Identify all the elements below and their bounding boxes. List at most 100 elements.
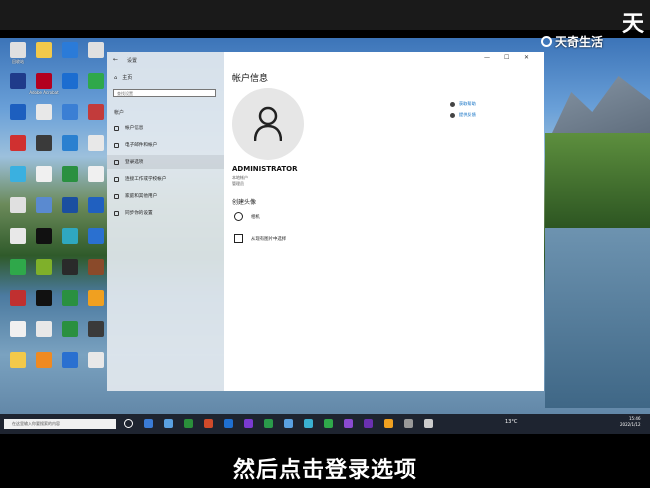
clock-date: 2022/1/12	[620, 422, 641, 427]
app-icon	[62, 42, 78, 58]
wallpaper-lake	[545, 228, 650, 408]
app-icon	[10, 73, 26, 89]
avatar-option-label: 从现有图片中选择	[251, 236, 287, 242]
avatar-option-label: 相机	[251, 214, 260, 220]
username: ADMINISTRATOR	[232, 165, 298, 173]
help-link[interactable]: 获取帮助	[450, 101, 476, 107]
nav-item[interactable]: 家庭和其他用户	[107, 189, 224, 203]
taskbar-app-icon[interactable]	[284, 419, 293, 428]
section-label: 帐户	[114, 110, 125, 116]
app-icon	[10, 290, 26, 306]
app-icon	[10, 321, 26, 337]
app-icon	[36, 197, 52, 213]
nav-item[interactable]: 连接工作或学校帐户	[107, 172, 224, 186]
page-title: 帐户信息	[232, 74, 269, 84]
app-icon	[36, 42, 52, 58]
avatar-option[interactable]: 相机	[234, 212, 260, 221]
app-icon	[88, 259, 104, 275]
nav-item-label: 电子邮件和帐户	[125, 143, 158, 148]
taskbar-app-icon[interactable]	[224, 419, 233, 428]
taskbar-search-input[interactable]: 在这里输入你要搜索的内容	[4, 419, 116, 429]
taskbar-app-icon[interactable]	[144, 419, 153, 428]
clock[interactable]: 15:46 2022/1/12	[620, 416, 641, 428]
app-icon	[10, 197, 26, 213]
brand-text: 天奇生活	[555, 35, 604, 49]
app-icon	[62, 73, 78, 89]
taskbar-app-icon[interactable]	[264, 419, 273, 428]
app-icon	[88, 228, 104, 244]
app-icon	[88, 135, 104, 151]
app-icon	[88, 197, 104, 213]
taskbar-app-icon[interactable]	[304, 419, 313, 428]
app-icon	[88, 290, 104, 306]
avatar-option[interactable]: 从现有图片中选择	[234, 234, 286, 243]
app-icon	[10, 42, 26, 58]
app-icon	[88, 352, 104, 368]
sync-icon	[114, 210, 119, 216]
nav-item-label: 帐户信息	[125, 126, 144, 131]
weather-widget[interactable]: 13°C	[505, 419, 517, 425]
account-role: 管理员	[232, 181, 244, 186]
taskbar: 在这里输入你要搜索的内容 13°C 15:46 2022/1/12	[0, 414, 650, 434]
app-icon	[10, 135, 26, 151]
video-subtitle: 然后点击登录选项	[232, 458, 417, 483]
top-bar	[0, 0, 650, 30]
help-link-label: 提供反馈	[459, 112, 476, 117]
help-link[interactable]: 提供反馈	[450, 112, 476, 118]
taskbar-app-icon[interactable]	[344, 419, 353, 428]
app-icon	[62, 321, 78, 337]
brand-logo: 天奇生活	[541, 33, 603, 50]
app-icon	[62, 259, 78, 275]
taskbar-app-icon[interactable]	[204, 419, 213, 428]
nav-item-label: 登录选项	[125, 160, 144, 165]
mail-icon	[114, 142, 119, 148]
brand-ring-icon	[541, 36, 552, 47]
app-icon	[36, 352, 52, 368]
app-icon	[36, 135, 52, 151]
app-icon	[88, 42, 104, 58]
app-icon	[10, 352, 26, 368]
app-icon	[36, 104, 52, 120]
home-item[interactable]: ⌂ 主页	[114, 74, 133, 82]
nav-item[interactable]: 电子邮件和帐户	[107, 138, 224, 152]
app-icon	[36, 259, 52, 275]
taskbar-app-icon[interactable]	[124, 419, 133, 428]
close-button[interactable]: ✕	[524, 54, 529, 61]
desktop-icon-label: Adobe Acrobat	[29, 90, 59, 95]
nav-item[interactable]: 帐户信息	[107, 121, 224, 135]
app-icon	[62, 197, 78, 213]
image-icon	[234, 234, 243, 243]
help-link-label: 获取帮助	[459, 101, 476, 106]
taskbar-app-icon[interactable]	[364, 419, 373, 428]
help-icon	[450, 101, 455, 107]
app-icon	[10, 228, 26, 244]
taskbar-app-icon[interactable]	[164, 419, 173, 428]
app-icon	[36, 321, 52, 337]
minimize-button[interactable]: —	[484, 54, 490, 61]
people-icon	[114, 193, 119, 199]
taskbar-app-icon[interactable]	[324, 419, 333, 428]
taskbar-app-icon[interactable]	[244, 419, 253, 428]
nav-item[interactable]: 登录选项	[107, 155, 224, 169]
taskbar-app-icon[interactable]	[424, 419, 433, 428]
search-input[interactable]: 查找设置	[113, 89, 216, 97]
settings-sidebar: ← 设置 ⌂ 主页 查找设置 帐户 帐户信息 电子邮件和帐户 登录选项 连接工作或学校…	[107, 52, 224, 391]
desktop-icon-label: 回收站	[12, 59, 24, 64]
person-icon	[114, 125, 119, 131]
wallpaper-forest	[545, 133, 650, 233]
brand-big-text: 天	[622, 12, 645, 37]
taskbar-app-icon[interactable]	[184, 419, 193, 428]
back-arrow-icon[interactable]: ←	[113, 56, 118, 63]
app-icon	[88, 73, 104, 89]
home-label: 主页	[122, 75, 133, 81]
taskbar-app-icon[interactable]	[384, 419, 393, 428]
taskbar-app-icon[interactable]	[404, 419, 413, 428]
maximize-button[interactable]: ☐	[504, 54, 509, 61]
user-icon	[254, 106, 282, 142]
camera-icon	[234, 212, 243, 221]
nav-item-label: 同步你的设置	[125, 211, 153, 216]
nav-item[interactable]: 同步你的设置	[107, 206, 224, 220]
app-icon	[88, 104, 104, 120]
app-icon	[62, 228, 78, 244]
app-icon	[36, 73, 52, 89]
